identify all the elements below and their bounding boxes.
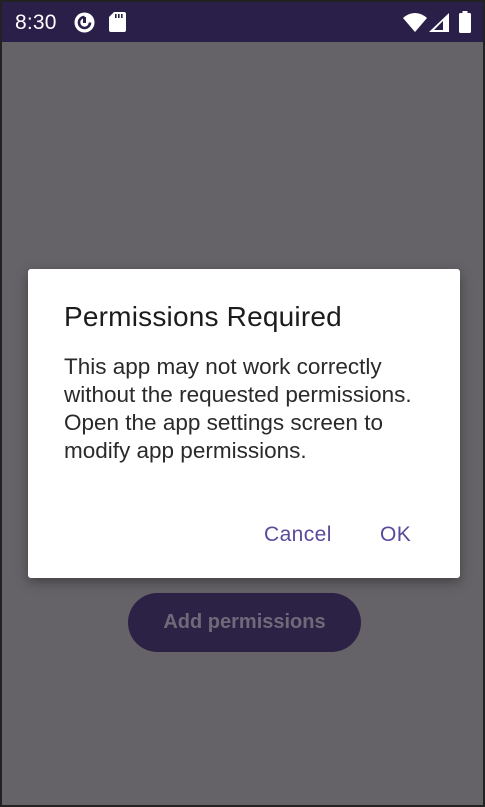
dialog-title: Permissions Required	[64, 301, 342, 332]
dialog-message: This app may not work correctly without …	[64, 354, 412, 463]
battery-icon	[459, 11, 471, 38]
permissions-dialog: Permissions Required This app may not wo…	[28, 269, 460, 578]
pocket-casts-icon	[74, 12, 95, 38]
status-bar: 8:30	[2, 2, 483, 42]
status-time: 8:30	[15, 11, 57, 34]
sd-card-icon	[109, 12, 126, 37]
add-permissions-button[interactable]: Add permissions	[128, 593, 361, 652]
cancel-button[interactable]: Cancel	[264, 523, 332, 547]
device-screen: 8:30 Add permissions Permissions Require…	[0, 0, 485, 807]
wifi-icon	[403, 13, 427, 37]
cellular-signal-icon	[429, 13, 449, 37]
ok-button[interactable]: OK	[380, 523, 411, 547]
